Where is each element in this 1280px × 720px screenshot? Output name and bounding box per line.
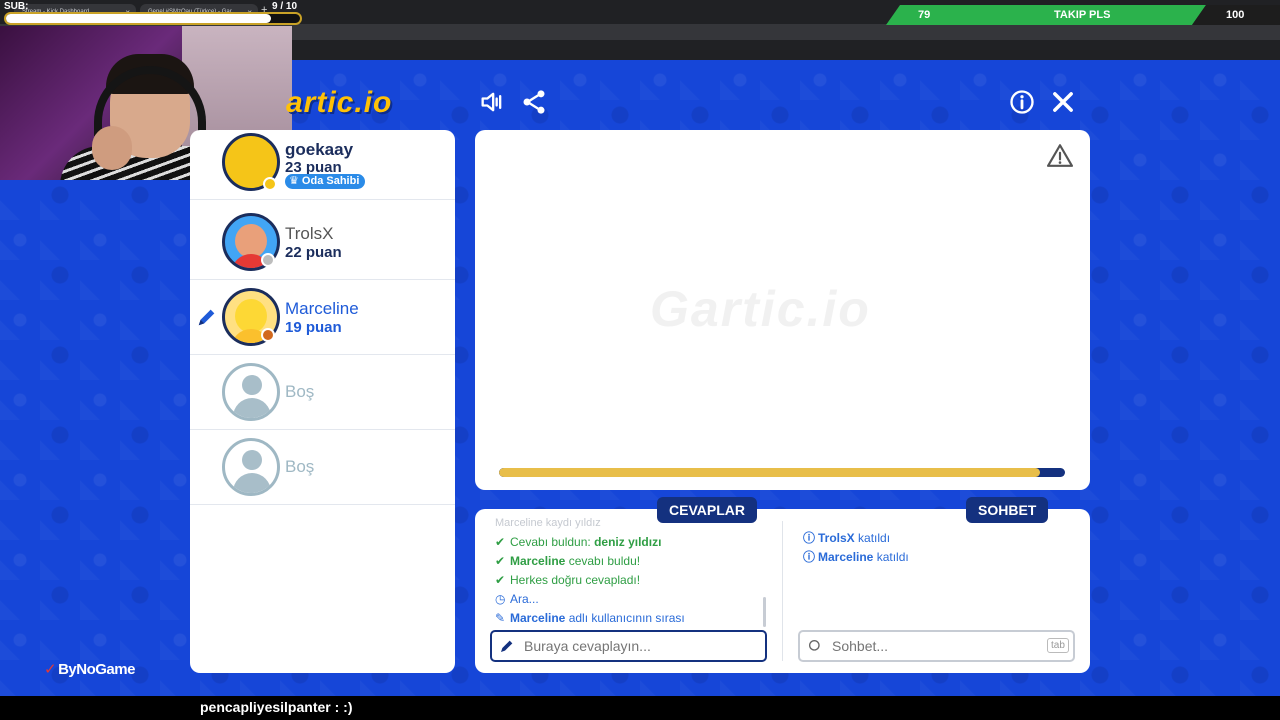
player-name: TrolsX [285, 224, 334, 243]
follow-current: 79 [918, 9, 931, 21]
player-row-goekaay[interactable]: goekaay 23 puan ♛ Oda Sahibi [190, 130, 455, 200]
player-row-marceline[interactable]: Marceline 19 puan [190, 280, 455, 355]
sub-count: 9 / 10 [272, 1, 298, 12]
stream-chat-message: pencapliyesilpanter : :) [200, 699, 353, 715]
owner-badge: ♛ Oda Sahibi [285, 174, 366, 189]
check-icon: ✔ [495, 554, 506, 568]
follow-goal-overlay: 79 TAKIP PLS 100 [886, 5, 1280, 25]
empty-slot-label: Boş [285, 382, 315, 401]
pencil-icon [198, 309, 215, 326]
answers-tab[interactable]: CEVAPLAR [657, 497, 757, 523]
info-icon[interactable] [1008, 88, 1036, 116]
answer-input[interactable] [490, 630, 767, 662]
empty-avatar [222, 438, 280, 496]
answer-line-3: ✔ Herkes doğru cevapladı! [495, 573, 641, 587]
status-dot [261, 253, 275, 267]
sub-progress-bar [4, 12, 302, 25]
check-icon: ✔ [495, 535, 506, 549]
bynogame-icon: ✓ [44, 661, 57, 678]
player-score: 19 puan [285, 319, 342, 336]
share-icon[interactable] [520, 88, 548, 116]
answer-faded-line: Marceline kaydı yıldız [495, 517, 601, 529]
players-panel: goekaay 23 puan ♛ Oda Sahibi TrolsX 22 p… [190, 130, 455, 673]
warning-icon[interactable] [1047, 143, 1073, 167]
status-dot [261, 328, 275, 342]
empty-slot: Boş [190, 355, 455, 430]
empty-slot-label: Boş [285, 457, 315, 476]
canvas-watermark: Gartic.io [650, 281, 871, 337]
empty-slot: Boş [190, 430, 455, 505]
player-row-trolsx[interactable]: TrolsX 22 puan [190, 205, 455, 280]
answer-line-5: ✎ Marceline adlı kullanıcının sırası [495, 611, 685, 625]
stream-chat-bar [0, 696, 1280, 720]
chat-message: ⓘ TrolsX katıldı [803, 531, 891, 545]
sub-goal-overlay: SUB: 9 / 10 [2, 0, 302, 26]
sub-label: SUB: [4, 1, 29, 12]
chat-input[interactable] [798, 630, 1075, 662]
gartic-logo[interactable]: artic.io [286, 86, 392, 120]
tab-key-hint: tab [1047, 638, 1069, 653]
drawing-canvas[interactable]: Gartic.io [475, 130, 1090, 490]
round-timer-bar [499, 468, 1065, 477]
pencil-icon [501, 640, 513, 652]
answers-chat-panel: CEVAPLAR SOHBET Marceline kaydı yıldız ✔… [475, 497, 1090, 673]
close-icon[interactable] [1049, 88, 1077, 116]
sub-progress-fill [6, 14, 271, 23]
answers-scrollbar[interactable] [763, 597, 766, 627]
search-icon [809, 640, 820, 651]
chat-tab[interactable]: SOHBET [966, 497, 1049, 523]
status-dot [263, 177, 277, 191]
follow-label: TAKIP PLS [1054, 9, 1111, 21]
player-score: 22 puan [285, 244, 342, 261]
empty-avatar [222, 363, 280, 421]
chat-message: ⓘ Marceline katıldı [803, 550, 909, 564]
avatar-face [235, 224, 267, 258]
sponsor-logo: ✓ ByNoGame [44, 661, 135, 678]
follow-goal: 100 [1226, 9, 1245, 21]
panel-divider [782, 521, 783, 661]
clock-icon: ◷ [495, 592, 506, 606]
answer-found-line: ✔ Cevabı buldun: deniz yıldızı [495, 535, 662, 549]
check-icon: ✔ [495, 573, 506, 587]
crown-icon: ♛ [289, 175, 302, 187]
webcam-hand [92, 126, 132, 170]
volume-icon[interactable] [478, 88, 506, 116]
avatar-face [235, 299, 267, 333]
pencil-icon: ✎ [495, 611, 506, 625]
round-timer-fill [499, 468, 1040, 477]
player-name: goekaay [285, 140, 354, 159]
answer-line-4: ◷ Ara... [495, 592, 539, 606]
info-icon: ⓘ [803, 550, 816, 564]
answer-line-2: ✔ Marceline cevabı buldu! [495, 554, 641, 568]
info-icon: ⓘ [803, 531, 816, 545]
player-name: Marceline [285, 299, 359, 318]
follow-progress-bar [886, 5, 1206, 25]
